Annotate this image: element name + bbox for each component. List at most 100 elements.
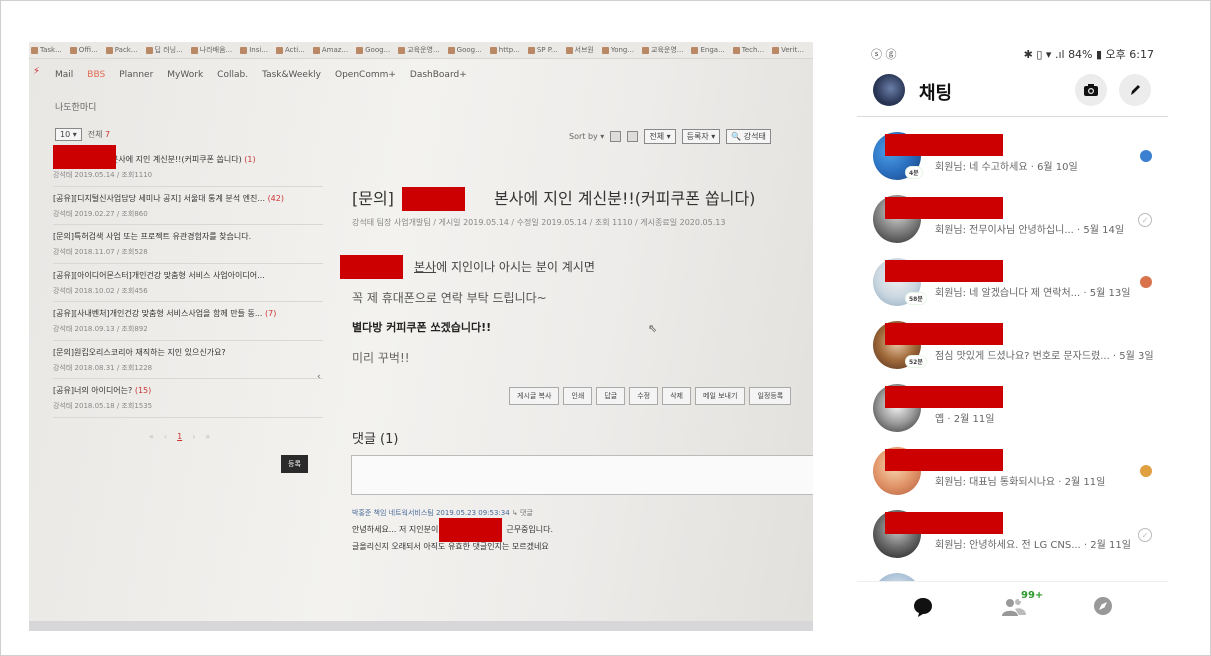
profile-avatar[interactable] — [873, 74, 905, 106]
comment-count: (1) — [244, 155, 256, 164]
seen-avatar-icon — [1140, 465, 1152, 477]
post-list-item[interactable]: [공유][디지털신사업담당 세미나 공지] 서울대 통계 분석 엔진... (4… — [53, 187, 323, 225]
article-action-button[interactable]: 답글 — [596, 387, 626, 405]
redaction-box — [885, 260, 1003, 282]
pager-next[interactable]: › — [192, 432, 195, 441]
chat-list-item[interactable]: 52분 점심 맛있게 드셨나요? 번호로 문자드렸... · 5월 3일 — [857, 319, 1168, 382]
register-button[interactable]: 등록 — [281, 455, 308, 473]
redaction-box — [885, 197, 1003, 219]
article-action-button[interactable]: 삭제 — [662, 387, 691, 405]
chat-last-message: 회원님: 네 수고하세요 · 6월 10일 — [935, 162, 1078, 173]
chat-list-item[interactable]: 회원님: 전무이사님 안녕하십니... · 5월 14일 ✓ — [857, 193, 1168, 256]
search-input[interactable]: 🔍 강석태 — [726, 129, 771, 144]
bookmark-item[interactable]: Yong... — [601, 46, 634, 54]
chat-list-item[interactable]: ng옙 · 2월 11일 — [857, 382, 1168, 445]
sort-by-label[interactable]: Sort by ▾ — [569, 132, 604, 141]
delivered-check-icon: ✓ — [1138, 528, 1152, 542]
redaction-box — [885, 449, 1003, 471]
bookmark-item[interactable]: Insi... — [240, 46, 268, 54]
redaction-box — [885, 323, 1003, 345]
pager-first[interactable]: « — [149, 432, 154, 441]
bookmark-item[interactable]: Pack... — [105, 46, 138, 54]
redaction-box — [340, 255, 403, 279]
pager-last[interactable]: » — [205, 432, 210, 441]
bookmark-item[interactable]: http... — [489, 46, 520, 54]
comment-count: (15) — [134, 386, 152, 395]
bookmark-item[interactable]: Goog... — [356, 46, 390, 54]
bookmark-favicon-icon — [145, 46, 153, 54]
article-action-button[interactable]: 인쇄 — [563, 387, 593, 405]
bookmark-item[interactable]: Offi... — [69, 46, 98, 54]
bookmark-item[interactable]: Verit... — [772, 46, 804, 54]
comment-text-2: 글올리신지 오래되서 아직도 유효한 댓글인지는 모르겠네요 — [352, 542, 549, 551]
seen-avatar-icon — [1140, 150, 1152, 162]
bookmark-item[interactable]: 서브원 — [565, 45, 594, 55]
nav-item[interactable]: BBS — [87, 70, 105, 80]
filter-all-select[interactable]: 전체 ▾ — [644, 129, 676, 144]
post-list-item[interactable]: [공유][아이디어몬스터]개인건강 맞춤형 서비스 사업아이디어... 강석태 … — [53, 264, 323, 302]
bookmark-item[interactable]: 교육운영... — [398, 45, 440, 55]
nav-item[interactable]: OpenComm+ — [335, 70, 396, 80]
post-title[interactable]: [공유]너의 아이디어는? (15) — [53, 385, 323, 396]
filter-author-select[interactable]: 등록자 ▾ — [681, 129, 721, 144]
people-badge: 99+ — [1019, 590, 1046, 601]
bookmark-item[interactable]: Amaz... — [312, 46, 348, 54]
camera-icon — [1084, 84, 1098, 96]
chat-list-item[interactable]: 58분 회원님: 네 알겠습니다 제 연락처... · 5월 13일 — [857, 256, 1168, 319]
nav-item[interactable]: Task&Weekly — [262, 70, 321, 80]
nav-item[interactable]: DashBoard+ — [410, 70, 467, 80]
post-title[interactable]: [공유][아이디어몬스터]개인건강 맞춤형 서비스 사업아이디어... — [53, 270, 323, 281]
nav-item[interactable]: Planner — [119, 70, 153, 80]
post-list-item[interactable]: [문의]특허검색 사업 또는 프로젝트 유관경험자를 찾습니다. 강석태 201… — [53, 225, 323, 264]
nav-item[interactable]: MyWork — [167, 70, 203, 80]
bookmark-item[interactable]: 딥 러닝... — [145, 45, 183, 55]
chat-list-item[interactable]: 4분 회원님: 네 수고하세요 · 6월 10일 — [857, 130, 1168, 193]
post-title[interactable]: [문의]특허검색 사업 또는 프로젝트 유관경험자를 찾습니다. — [53, 231, 323, 242]
bookmark-item[interactable]: Enga... — [691, 46, 725, 54]
chat-last-message: 회원님: 전무이사님 안녕하십니... · 5월 14일 — [935, 225, 1125, 236]
pager-current[interactable]: 1 — [177, 432, 182, 441]
pagination[interactable]: « ‹ 1 › » — [149, 432, 210, 441]
status-icons-left: ⓢ ⓖ — [871, 48, 897, 61]
post-list-item[interactable]: [공유]너의 아이디어는? (15) 강석태 2018.05.18 / 조회153… — [53, 379, 323, 418]
list-view-icon[interactable] — [610, 131, 622, 142]
bookmark-favicon-icon — [398, 46, 406, 54]
grid-view-icon[interactable] — [627, 131, 639, 142]
nav-item[interactable]: Collab. — [217, 70, 248, 80]
bookmark-item[interactable]: 교육운영... — [642, 45, 683, 55]
article-actions: 게시글 복사 인쇄 답글 수정 삭제 메일 보내기 일정등록 — [509, 387, 792, 405]
bookmark-item[interactable]: Goog... — [447, 46, 482, 54]
post-list-item[interactable]: [공유][사내벤처]개인건강 맞춤형 서비스사업을 함께 만들 동... (7)… — [53, 302, 323, 341]
post-title[interactable]: [문의]원킵오리스코리아 재직하는 지인 있으신가요? — [53, 347, 323, 358]
redaction-box — [53, 145, 116, 169]
article-action-button[interactable]: 일정등록 — [749, 387, 792, 405]
chat-list-item[interactable]: 회원님: 대표님 통화되시나요 · 2월 11일 — [857, 445, 1168, 508]
comment-input[interactable] — [351, 455, 813, 495]
bookmark-item[interactable]: Tech... — [732, 46, 764, 54]
post-meta: 강석태 2018.11.07 / 조회528 — [53, 248, 148, 256]
post-title[interactable]: [공유][사내벤처]개인건강 맞춤형 서비스사업을 함께 만들 동... (7) — [53, 308, 323, 319]
chat-list-item[interactable]: 회원님: 안녕하세요. 전 LG CNS... · 2월 11일 ✓ — [857, 508, 1168, 571]
nav-item[interactable]: Mail — [55, 70, 73, 80]
bookmark-item[interactable]: Acti... — [275, 46, 305, 54]
post-list-item[interactable]: [문의]원킵오리스코리아 재직하는 지인 있으신가요? 강석태 2018.08.… — [53, 341, 323, 379]
collapse-chevron-icon[interactable]: ‹ — [317, 372, 321, 382]
page-size-select[interactable]: 10 ▾ — [55, 128, 82, 141]
post-meta: 강석태 2018.08.31 / 조회1228 — [53, 363, 153, 372]
seen-avatar-icon — [1140, 276, 1152, 288]
article-action-button[interactable]: 수정 — [629, 387, 659, 405]
bookmark-favicon-icon — [601, 46, 609, 54]
pager-prev[interactable]: ‹ — [164, 432, 167, 441]
bookmark-favicon-icon — [565, 46, 573, 54]
camera-button[interactable] — [1075, 74, 1107, 106]
discover-tab-icon[interactable] — [1093, 596, 1113, 616]
compose-button[interactable] — [1119, 74, 1151, 106]
post-title[interactable]: [공유][디지털신사업담당 세미나 공지] 서울대 통계 분석 엔진... (4… — [53, 193, 323, 204]
article-action-button[interactable]: 게시글 복사 — [509, 387, 560, 405]
article-action-button[interactable]: 메일 보내기 — [695, 387, 746, 405]
bookmark-item[interactable]: SP P... — [527, 46, 558, 54]
bookmark-item[interactable]: 나라배움... — [190, 45, 232, 55]
bookmark-item[interactable]: Task... — [31, 46, 62, 54]
comment-count: (42) — [267, 193, 284, 203]
chats-tab-icon[interactable] — [912, 596, 934, 618]
